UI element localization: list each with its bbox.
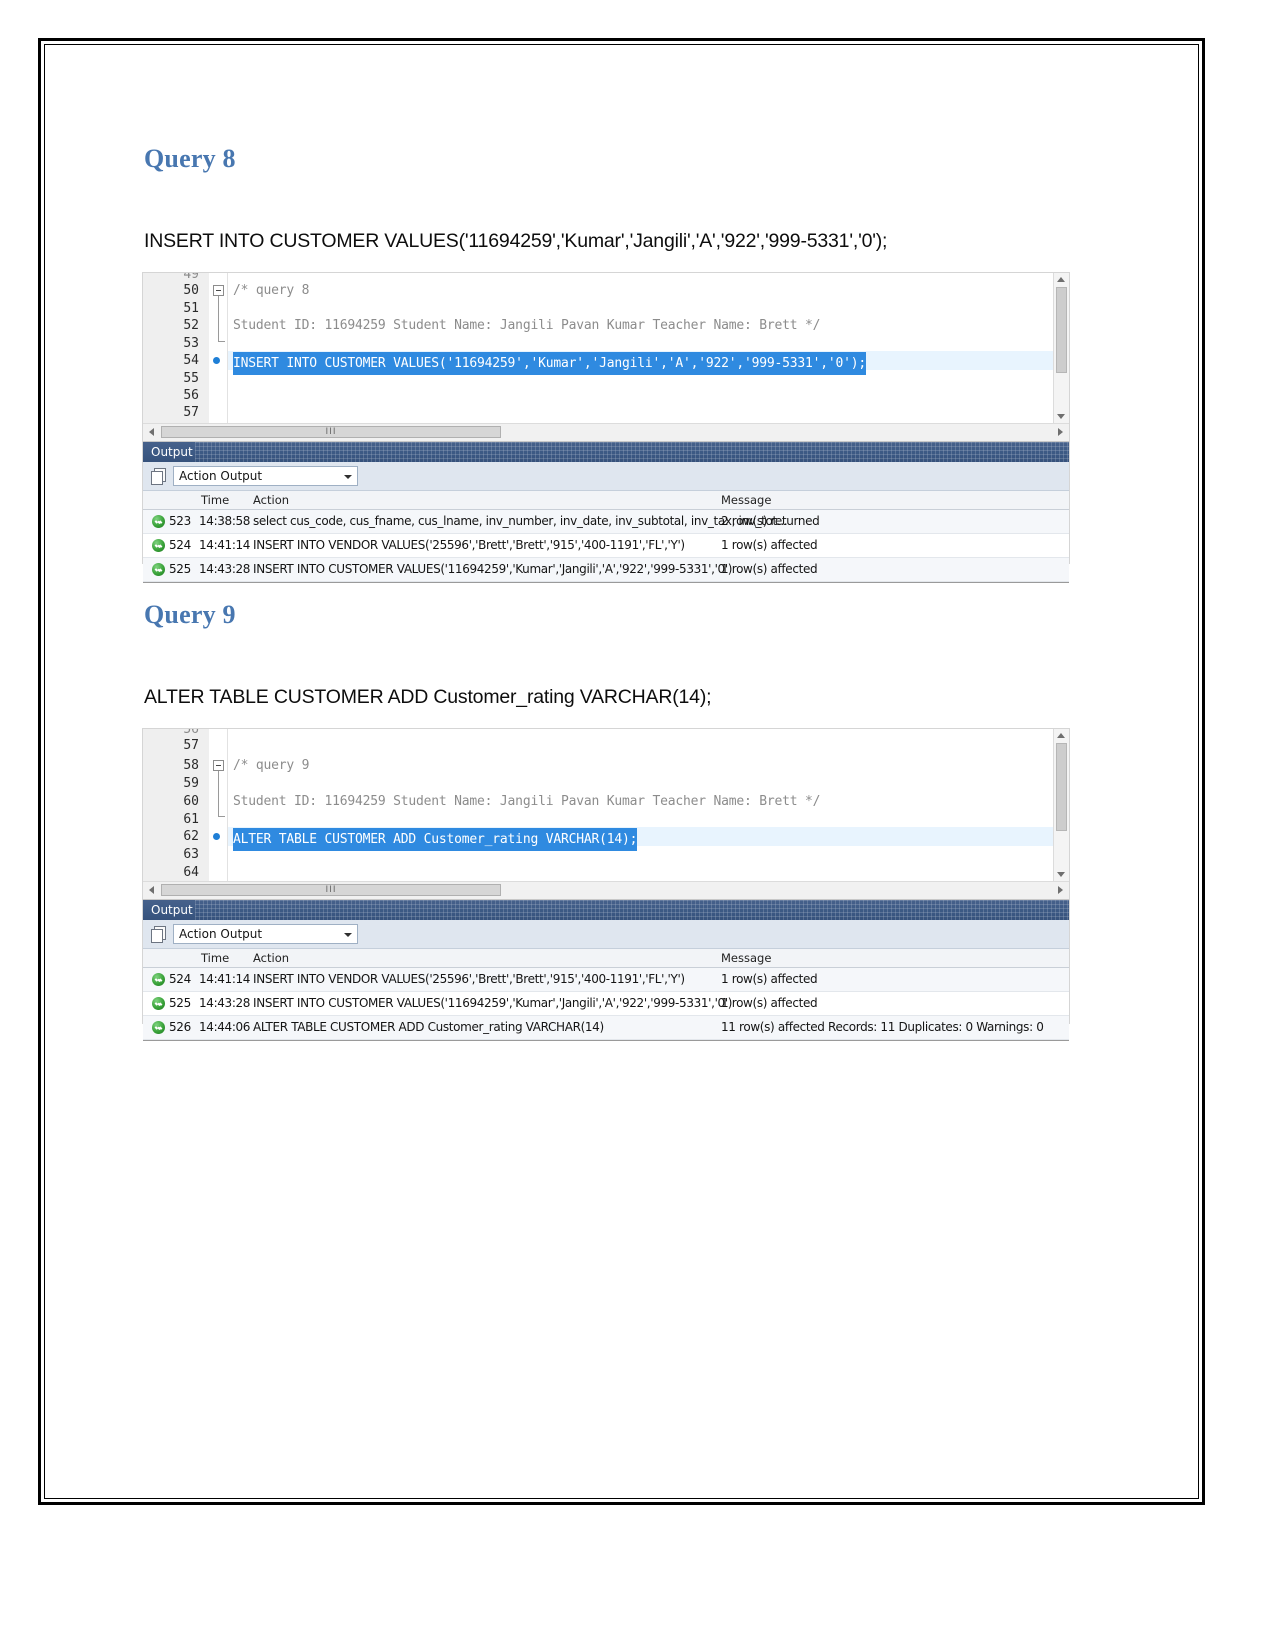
sql-editor-query-8[interactable]: 49 50 /* query 8 51 52 Student ID: 11694… bbox=[143, 273, 1069, 423]
workbench-screenshot-query-9: 56 57 58 /* query 9 59 60 Student ID: 11… bbox=[142, 728, 1070, 1041]
vertical-scroll-thumb[interactable] bbox=[1056, 287, 1067, 373]
document-page: Query 8 INSERT INTO CUSTOMER VALUES('116… bbox=[0, 0, 1275, 1650]
copy-icon[interactable] bbox=[151, 926, 166, 943]
row-number: 525 bbox=[169, 996, 191, 1010]
chevron-down-icon[interactable] bbox=[344, 933, 352, 937]
scroll-down-icon[interactable] bbox=[1057, 414, 1065, 419]
sql-editor-query-9[interactable]: 56 57 58 /* query 9 59 60 Student ID: 11… bbox=[143, 729, 1069, 881]
scroll-left-icon[interactable] bbox=[149, 428, 154, 436]
row-message: 1 row(s) affected bbox=[721, 562, 818, 576]
titlebar-texture bbox=[195, 900, 1069, 920]
row-number: 524 bbox=[169, 972, 191, 986]
row-time: 14:41:14 bbox=[199, 972, 251, 986]
scroll-right-icon[interactable] bbox=[1058, 428, 1063, 436]
execution-marker-icon bbox=[213, 357, 220, 364]
copy-icon[interactable] bbox=[151, 468, 166, 485]
row-message: 1 row(s) affected bbox=[721, 996, 818, 1010]
section-heading-query-8: Query 8 bbox=[144, 144, 236, 173]
row-message: 11 row(s) affected Records: 11 Duplicate… bbox=[721, 1020, 1044, 1034]
output-grid-header: Time Action Message bbox=[143, 491, 1069, 510]
row-number: 525 bbox=[169, 562, 191, 576]
code-line: 64 bbox=[143, 862, 1069, 881]
titlebar-texture bbox=[195, 442, 1069, 462]
output-type-value: Action Output bbox=[179, 469, 263, 483]
row-action: select cus_code, cus_fname, cus_lname, i… bbox=[253, 514, 788, 528]
table-row[interactable]: 526 14:44:06 ALTER TABLE CUSTOMER ADD Cu… bbox=[143, 1016, 1069, 1040]
editor-vertical-scrollbar[interactable] bbox=[1053, 273, 1069, 423]
output-toolbar: Action Output bbox=[143, 920, 1069, 949]
output-type-value: Action Output bbox=[179, 927, 263, 941]
status-success-icon bbox=[152, 515, 165, 528]
column-header-time: Time bbox=[201, 951, 230, 965]
editor-horizontal-scrollbar[interactable]: III bbox=[143, 881, 1069, 900]
line-number: 57 bbox=[183, 738, 199, 753]
output-panel-titlebar: Output bbox=[143, 900, 1069, 920]
row-action: INSERT INTO CUSTOMER VALUES('11694259','… bbox=[253, 996, 733, 1010]
code-line: 57 bbox=[143, 735, 1069, 756]
table-row[interactable]: 525 14:43:28 INSERT INTO CUSTOMER VALUES… bbox=[143, 558, 1069, 582]
row-time: 14:38:58 bbox=[199, 514, 251, 528]
row-number: 524 bbox=[169, 538, 191, 552]
row-number: 523 bbox=[169, 514, 191, 528]
column-header-message: Message bbox=[721, 493, 772, 507]
row-message: 1 row(s) affected bbox=[721, 972, 818, 986]
section-sql-text-query-8: INSERT INTO CUSTOMER VALUES('11694259','… bbox=[144, 230, 888, 252]
section-sql-text-query-9: ALTER TABLE CUSTOMER ADD Customer_rating… bbox=[144, 686, 712, 708]
output-type-select[interactable]: Action Output bbox=[173, 466, 358, 486]
line-number: 64 bbox=[183, 865, 199, 880]
row-time: 14:43:28 bbox=[199, 562, 251, 576]
table-row[interactable]: 524 14:41:14 INSERT INTO VENDOR VALUES('… bbox=[143, 968, 1069, 992]
editor-horizontal-scrollbar[interactable]: III bbox=[143, 423, 1069, 442]
output-panel-titlebar: Output bbox=[143, 442, 1069, 462]
chevron-down-icon[interactable] bbox=[344, 475, 352, 479]
scroll-left-icon[interactable] bbox=[149, 886, 154, 894]
horizontal-scroll-thumb[interactable]: III bbox=[161, 426, 501, 438]
column-header-action: Action bbox=[253, 493, 290, 507]
output-type-select[interactable]: Action Output bbox=[173, 924, 358, 944]
row-number: 526 bbox=[169, 1020, 191, 1034]
row-message: 1 row(s) affected bbox=[721, 538, 818, 552]
line-number: 57 bbox=[183, 405, 199, 420]
row-time: 14:41:14 bbox=[199, 538, 251, 552]
row-time: 14:43:28 bbox=[199, 996, 251, 1010]
output-panel-title: Output bbox=[151, 903, 193, 917]
page-content: Query 8 INSERT INTO CUSTOMER VALUES('116… bbox=[60, 60, 1185, 1485]
scroll-right-icon[interactable] bbox=[1058, 886, 1063, 894]
row-action: INSERT INTO VENDOR VALUES('25596','Brett… bbox=[253, 972, 685, 986]
execution-marker-icon bbox=[213, 833, 220, 840]
code-line: 57 bbox=[143, 402, 1069, 423]
column-header-action: Action bbox=[253, 951, 290, 965]
row-action: ALTER TABLE CUSTOMER ADD Customer_rating… bbox=[253, 1020, 604, 1034]
vertical-scroll-thumb[interactable] bbox=[1056, 743, 1067, 831]
status-success-icon bbox=[152, 563, 165, 576]
grid-bottom-rule bbox=[143, 1040, 1069, 1041]
row-action: INSERT INTO VENDOR VALUES('25596','Brett… bbox=[253, 538, 685, 552]
output-panel-title: Output bbox=[151, 445, 193, 459]
editor-vertical-scrollbar[interactable] bbox=[1053, 729, 1069, 881]
workbench-screenshot-query-8: 49 50 /* query 8 51 52 Student ID: 11694… bbox=[142, 272, 1070, 583]
grid-bottom-rule bbox=[143, 582, 1069, 583]
scroll-up-icon[interactable] bbox=[1057, 733, 1065, 738]
section-heading-query-9: Query 9 bbox=[144, 600, 236, 629]
column-header-message: Message bbox=[721, 951, 772, 965]
status-success-icon bbox=[152, 973, 165, 986]
scroll-down-icon[interactable] bbox=[1057, 872, 1065, 877]
table-row[interactable]: 524 14:41:14 INSERT INTO VENDOR VALUES('… bbox=[143, 534, 1069, 558]
row-message: 2 row(s) returned bbox=[721, 514, 820, 528]
scroll-up-icon[interactable] bbox=[1057, 277, 1065, 282]
output-grid-header: Time Action Message bbox=[143, 949, 1069, 968]
row-time: 14:44:06 bbox=[199, 1020, 251, 1034]
row-action: INSERT INTO CUSTOMER VALUES('11694259','… bbox=[253, 562, 733, 576]
status-success-icon bbox=[152, 1021, 165, 1034]
output-toolbar: Action Output bbox=[143, 462, 1069, 491]
horizontal-scroll-thumb[interactable]: III bbox=[161, 884, 501, 896]
table-row[interactable]: 523 14:38:58 select cus_code, cus_fname,… bbox=[143, 510, 1069, 534]
status-success-icon bbox=[152, 997, 165, 1010]
column-header-time: Time bbox=[201, 493, 230, 507]
status-success-icon bbox=[152, 539, 165, 552]
table-row[interactable]: 525 14:43:28 INSERT INTO CUSTOMER VALUES… bbox=[143, 992, 1069, 1016]
